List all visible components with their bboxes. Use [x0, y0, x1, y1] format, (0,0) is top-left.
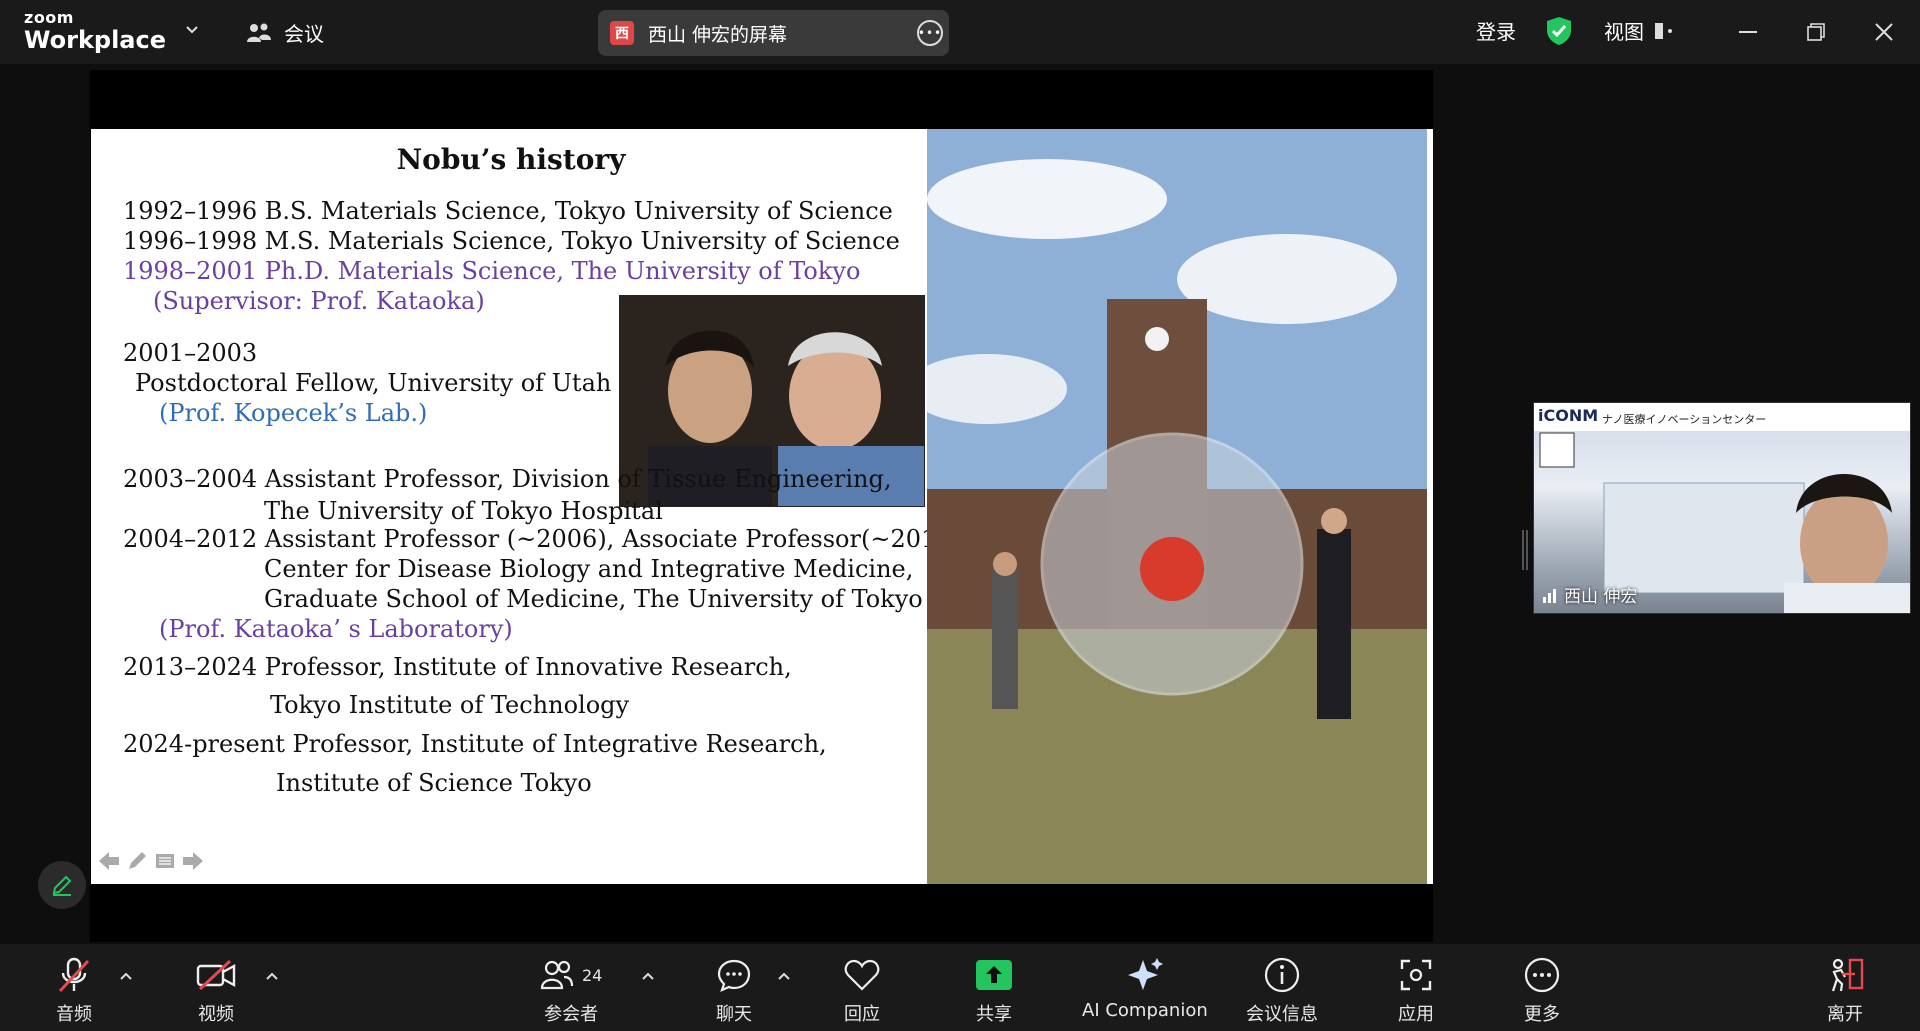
chevron-down-icon[interactable] [184, 22, 200, 38]
participant-name: 西山 伸宏 [1564, 587, 1638, 607]
meeting-menu-button[interactable]: 会议 [246, 18, 324, 47]
share-label: 共享 [976, 1004, 1012, 1025]
signal-bars-icon [1543, 588, 1556, 603]
signin-label: 登录 [1476, 20, 1516, 44]
pen-icon[interactable] [125, 849, 149, 873]
apps-label: 应用 [1398, 1004, 1434, 1025]
microphone-muted-icon [58, 957, 90, 993]
video-off-icon [196, 959, 236, 991]
slide-line: 2001–2003 [123, 339, 258, 367]
meeting-info-label: 会议信息 [1246, 1004, 1318, 1025]
audio-options-caret-icon[interactable] [118, 970, 134, 982]
annotate-button[interactable] [38, 861, 86, 909]
close-icon [1875, 23, 1893, 41]
more-button[interactable]: 更多 [1524, 956, 1560, 1026]
zoom-logo[interactable]: zoom Workplace [24, 8, 167, 54]
arrow-left-icon[interactable] [97, 849, 121, 873]
share-screen-button[interactable]: 共享 [976, 956, 1012, 1026]
screen-share-indicator[interactable]: 西 西山 伸宏的屏幕 ••• [598, 10, 949, 56]
more-label: 更多 [1524, 1004, 1560, 1025]
presentation-slide: Nobu’s history 1992–1996 B.S. Materials … [91, 129, 1433, 884]
logo-zoom-text: zoom [24, 8, 74, 27]
meeting-info-button[interactable]: 会议信息 [1246, 956, 1318, 1026]
slide-line: (Prof. Kopecek’s Lab.) [159, 399, 428, 427]
slide-line: Institute of Science Tokyo [276, 769, 592, 797]
slide-line: (Prof. Kataoka’ s Laboratory) [159, 615, 513, 643]
slide-line: (Supervisor: Prof. Kataoka) [153, 287, 485, 315]
sharer-avatar: 西 [610, 21, 634, 45]
participants-icon [540, 960, 574, 990]
top-bar: zoom Workplace 会议 西 西山 伸宏的屏幕 ••• 登录 视图 [0, 0, 1920, 64]
slide-line: 2004–2012 Assistant Professor (~2006), A… [123, 525, 969, 553]
slide-line: Graduate School of Medicine, The Univers… [264, 585, 923, 613]
slide-line: 2003–2004 Assistant Professor, Division … [123, 465, 892, 493]
video-options-caret-icon[interactable] [264, 970, 280, 982]
participant-video-tile[interactable]: iCONM ナノ医療イノベーションセンター 西山 伸宏 [1533, 402, 1911, 614]
audio-label: 音频 [56, 1004, 92, 1025]
slide-line: 2024-present Professor, Institute of Int… [123, 730, 827, 758]
react-button[interactable]: 回应 [844, 956, 880, 1026]
meeting-label: 会议 [284, 22, 324, 46]
slide-line: The University of Tokyo Hospital [264, 497, 663, 525]
slide-line: 1996–1998 M.S. Materials Science, Tokyo … [123, 227, 900, 255]
view-layout-icon [1655, 22, 1672, 39]
menu-icon[interactable] [153, 849, 177, 873]
slide-line: 1998–2001 Ph.D. Materials Science, The U… [123, 257, 861, 285]
pencil-icon [52, 875, 72, 896]
logo-workplace-text: Workplace [24, 26, 167, 54]
people-icon [247, 23, 271, 42]
campus-photo [927, 129, 1427, 884]
chat-options-caret-icon[interactable] [776, 970, 792, 982]
minimize-button[interactable] [1730, 14, 1766, 50]
more-icon [1524, 957, 1560, 993]
view-label: 视图 [1604, 20, 1644, 44]
meeting-toolbar: 音频 视频 24 参会者 聊天 回应 共享 AI Companion 会议信息 … [0, 944, 1920, 1031]
chat-button[interactable]: 聊天 [716, 956, 752, 1026]
slide-title: Nobu’s history [396, 143, 626, 176]
heart-icon [844, 959, 880, 991]
slide-line: Center for Disease Biology and Integrati… [264, 555, 914, 583]
slide-line: 2013–2024 Professor, Institute of Innova… [123, 653, 792, 681]
participant-name-label: 西山 伸宏 [1542, 582, 1637, 607]
leave-icon [1831, 958, 1864, 992]
react-label: 回应 [844, 1004, 880, 1025]
apps-button[interactable]: 应用 [1398, 956, 1434, 1026]
slide-line: Postdoctoral Fellow, University of Utah [135, 369, 612, 397]
banner-text: ナノ医療イノベーションセンター [1602, 413, 1767, 426]
signin-button[interactable]: 登录 [1476, 16, 1516, 45]
chat-icon [717, 959, 751, 992]
more-options-icon[interactable]: ••• [917, 20, 943, 46]
security-shield-icon[interactable] [1546, 16, 1572, 46]
restore-button[interactable] [1798, 14, 1834, 50]
slide-line: Tokyo Institute of Technology [270, 691, 630, 719]
thumbnail-drag-handle[interactable] [1522, 530, 1528, 570]
participants-options-caret-icon[interactable] [640, 970, 656, 982]
view-button[interactable]: 视图 [1604, 16, 1676, 45]
share-title: 西山 伸宏的屏幕 [648, 23, 788, 46]
info-icon [1264, 957, 1300, 993]
slide-line: 1992–1996 B.S. Materials Science, Tokyo … [123, 197, 893, 225]
restore-icon [1807, 23, 1825, 41]
slide-nav-tools [97, 849, 205, 873]
sparkle-icon [1127, 958, 1163, 990]
video-button[interactable]: 视频 [196, 956, 236, 1026]
minimize-icon [1739, 31, 1757, 33]
chat-label: 聊天 [716, 1004, 752, 1025]
participants-label: 参会者 [544, 1004, 599, 1025]
participants-count: 24 [582, 965, 603, 985]
ai-companion-label: AI Companion [1082, 1000, 1208, 1021]
share-screen-icon [976, 960, 1012, 990]
participants-button[interactable]: 24 参会者 [540, 956, 602, 1026]
leave-button[interactable]: 离开 [1826, 956, 1864, 1026]
apps-icon [1400, 959, 1432, 991]
arrow-right-icon[interactable] [181, 849, 205, 873]
close-button[interactable] [1866, 14, 1902, 50]
iconm-logo: iCONM [1538, 406, 1599, 425]
audio-button[interactable]: 音频 [56, 956, 92, 1026]
leave-label: 离开 [1827, 1004, 1863, 1025]
ai-companion-button[interactable]: AI Companion [1082, 956, 1208, 1021]
video-label: 视频 [198, 1004, 234, 1025]
